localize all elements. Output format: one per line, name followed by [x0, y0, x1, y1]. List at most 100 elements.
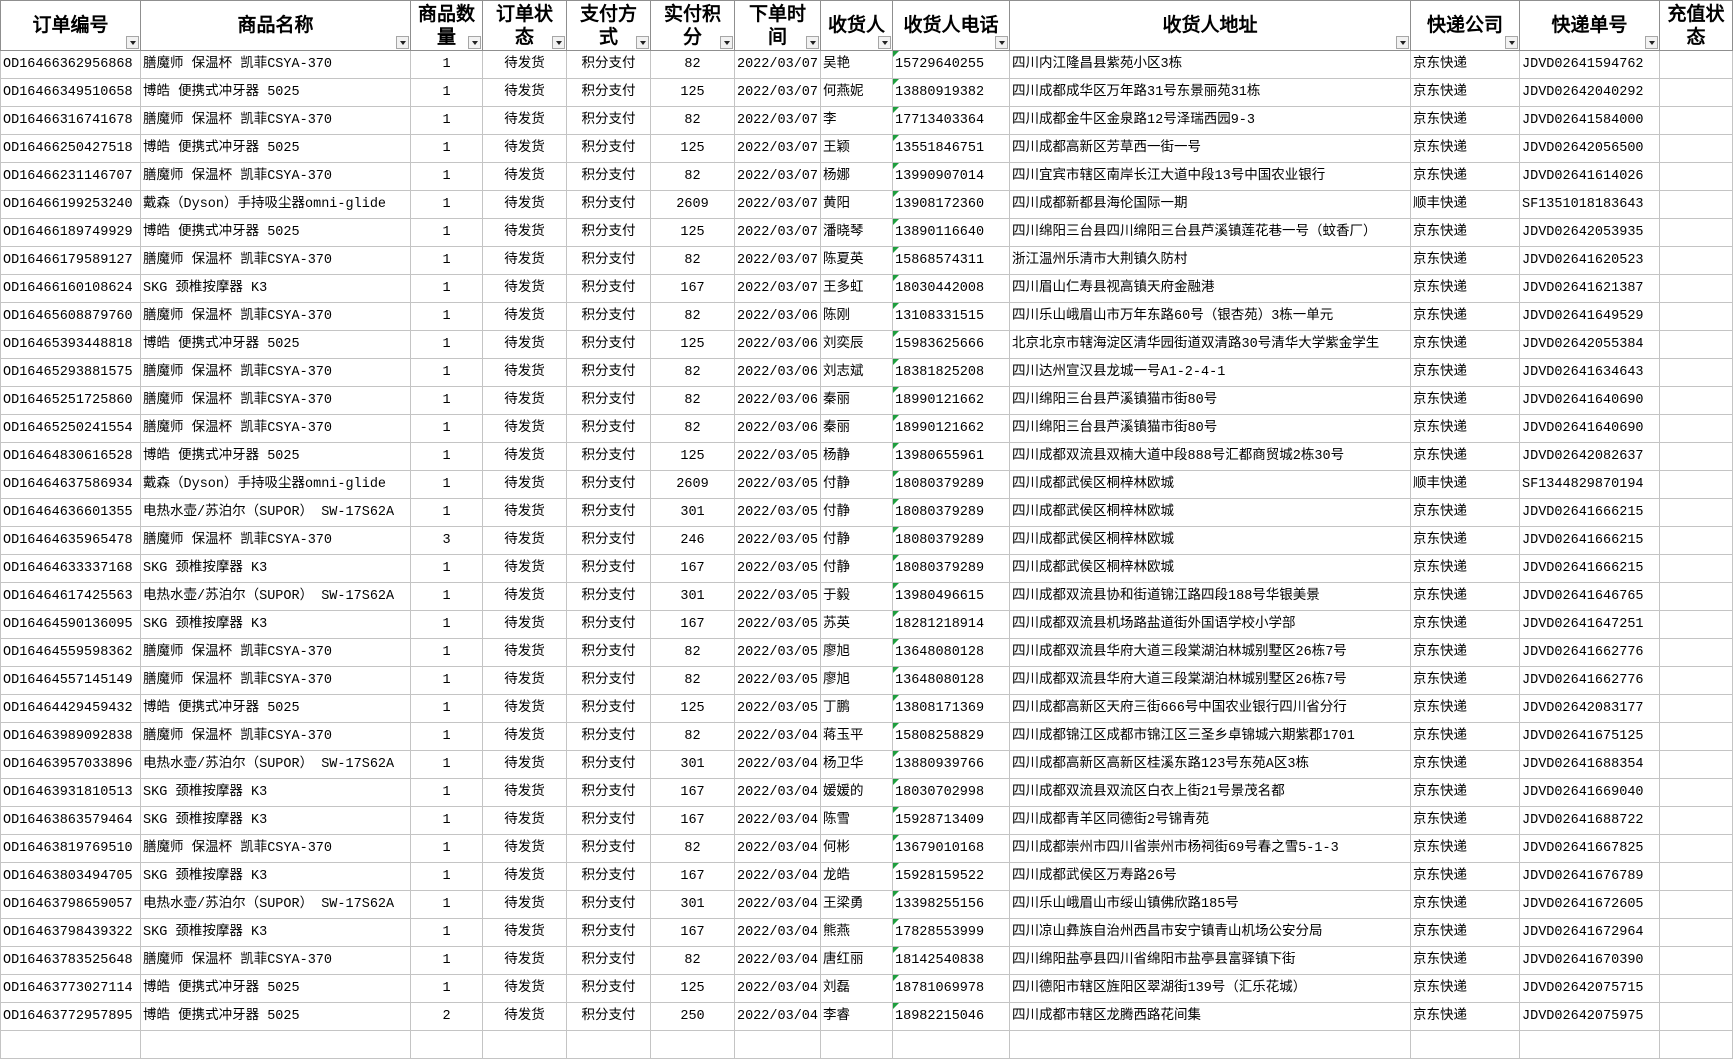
recharge-status-cell[interactable] — [1660, 191, 1733, 219]
column-header-paid-points[interactable]: 实付积分 — [651, 0, 735, 51]
recharge-status-cell[interactable] — [1660, 947, 1733, 975]
product-name-cell[interactable]: 膳魔师 保温杯 凯菲CSYA-370 — [141, 723, 411, 751]
order-time-cell[interactable]: 2022/03/04 — [735, 723, 821, 751]
recipient-address-cell[interactable]: 四川绵阳三台县芦溪镇猫市街80号 — [1010, 387, 1411, 415]
order-time-cell[interactable]: 2022/03/07 — [735, 51, 821, 79]
tracking-number-cell[interactable]: JDVD02641672605 — [1520, 891, 1660, 919]
recipient-phone-cell[interactable]: 13880939766 — [893, 751, 1010, 779]
column-header-payment-method[interactable]: 支付方式 — [567, 0, 651, 51]
paid-points-cell[interactable]: 82 — [651, 51, 735, 79]
column-header-courier-company[interactable]: 快递公司 — [1411, 0, 1520, 51]
recipient-cell[interactable]: 苏英 — [821, 611, 893, 639]
order-status-cell[interactable]: 待发货 — [483, 135, 567, 163]
product-name-cell[interactable]: 博皓 便携式冲牙器 5025 — [141, 219, 411, 247]
courier-company-cell[interactable]: 京东快递 — [1411, 975, 1520, 1003]
recipient-cell[interactable]: 吴艳 — [821, 51, 893, 79]
recipient-cell[interactable]: 秦丽 — [821, 415, 893, 443]
product-name-cell[interactable]: 电热水壶/苏泊尔（SUPOR） SW-17S62A — [141, 583, 411, 611]
recipient-phone-cell[interactable]: 18080379289 — [893, 527, 1010, 555]
recipient-phone-cell[interactable]: 13980655961 — [893, 443, 1010, 471]
tracking-number-cell[interactable]: JDVD02641614026 — [1520, 163, 1660, 191]
recipient-cell[interactable]: 刘奕辰 — [821, 331, 893, 359]
order-id-cell[interactable]: OD16463798659057 — [0, 891, 141, 919]
recipient-cell[interactable]: 唐红丽 — [821, 947, 893, 975]
order-time-cell[interactable]: 2022/03/06 — [735, 387, 821, 415]
order-time-cell[interactable]: 2022/03/04 — [735, 919, 821, 947]
quantity-cell[interactable]: 1 — [411, 107, 483, 135]
paid-points-cell[interactable]: 125 — [651, 695, 735, 723]
recipient-address-cell[interactable]: 四川成都成华区万年路31号东景丽苑31栋 — [1010, 79, 1411, 107]
filter-dropdown-button[interactable] — [720, 36, 733, 49]
order-status-cell[interactable]: 待发货 — [483, 219, 567, 247]
courier-company-cell[interactable]: 京东快递 — [1411, 667, 1520, 695]
product-name-cell[interactable]: SKG 颈椎按摩器 K3 — [141, 555, 411, 583]
paid-points-cell[interactable]: 82 — [651, 247, 735, 275]
order-id-cell[interactable]: OD16463931810513 — [0, 779, 141, 807]
recipient-phone-cell[interactable]: 15729640255 — [893, 51, 1010, 79]
recipient-address-cell[interactable]: 四川内江隆昌县紫苑小区3栋 — [1010, 51, 1411, 79]
payment-method-cell[interactable]: 积分支付 — [567, 779, 651, 807]
order-id-cell[interactable]: OD16466362956868 — [0, 51, 141, 79]
courier-company-cell[interactable]: 京东快递 — [1411, 387, 1520, 415]
order-time-cell[interactable]: 2022/03/04 — [735, 751, 821, 779]
empty-cell[interactable] — [411, 1031, 483, 1059]
quantity-cell[interactable]: 1 — [411, 611, 483, 639]
payment-method-cell[interactable]: 积分支付 — [567, 667, 651, 695]
courier-company-cell[interactable]: 京东快递 — [1411, 919, 1520, 947]
paid-points-cell[interactable]: 125 — [651, 219, 735, 247]
column-header-tracking-number[interactable]: 快递单号 — [1520, 0, 1660, 51]
tracking-number-cell[interactable]: JDVD02641667825 — [1520, 835, 1660, 863]
paid-points-cell[interactable]: 167 — [651, 555, 735, 583]
quantity-cell[interactable]: 1 — [411, 695, 483, 723]
order-status-cell[interactable]: 待发货 — [483, 387, 567, 415]
order-status-cell[interactable]: 待发货 — [483, 303, 567, 331]
recharge-status-cell[interactable] — [1660, 387, 1733, 415]
order-id-cell[interactable]: OD16463798439322 — [0, 919, 141, 947]
recipient-phone-cell[interactable]: 13880919382 — [893, 79, 1010, 107]
payment-method-cell[interactable]: 积分支付 — [567, 723, 651, 751]
payment-method-cell[interactable]: 积分支付 — [567, 611, 651, 639]
recipient-address-cell[interactable]: 浙江温州乐清市大荆镇久防村 — [1010, 247, 1411, 275]
payment-method-cell[interactable]: 积分支付 — [567, 359, 651, 387]
order-status-cell[interactable]: 待发货 — [483, 415, 567, 443]
courier-company-cell[interactable]: 顺丰快递 — [1411, 191, 1520, 219]
paid-points-cell[interactable]: 125 — [651, 331, 735, 359]
order-id-cell[interactable]: OD16463863579464 — [0, 807, 141, 835]
paid-points-cell[interactable]: 82 — [651, 163, 735, 191]
order-status-cell[interactable]: 待发货 — [483, 555, 567, 583]
recipient-phone-cell[interactable]: 13648080128 — [893, 639, 1010, 667]
recipient-address-cell[interactable]: 四川成都武侯区万寿路26号 — [1010, 863, 1411, 891]
payment-method-cell[interactable]: 积分支付 — [567, 499, 651, 527]
recharge-status-cell[interactable] — [1660, 863, 1733, 891]
recharge-status-cell[interactable] — [1660, 639, 1733, 667]
product-name-cell[interactable]: SKG 颈椎按摩器 K3 — [141, 863, 411, 891]
order-status-cell[interactable]: 待发货 — [483, 751, 567, 779]
tracking-number-cell[interactable]: JDVD02641672964 — [1520, 919, 1660, 947]
recipient-cell[interactable]: 蒋玉平 — [821, 723, 893, 751]
quantity-cell[interactable]: 1 — [411, 471, 483, 499]
quantity-cell[interactable]: 1 — [411, 835, 483, 863]
quantity-cell[interactable]: 1 — [411, 135, 483, 163]
recipient-address-cell[interactable]: 四川成都锦江区成都市锦江区三圣乡卓锦城六期紫郡1701 — [1010, 723, 1411, 751]
recipient-phone-cell[interactable]: 18080379289 — [893, 471, 1010, 499]
order-time-cell[interactable]: 2022/03/05 — [735, 583, 821, 611]
recipient-phone-cell[interactable]: 18990121662 — [893, 387, 1010, 415]
paid-points-cell[interactable]: 301 — [651, 891, 735, 919]
quantity-cell[interactable]: 1 — [411, 359, 483, 387]
recipient-phone-cell[interactable]: 17828553999 — [893, 919, 1010, 947]
product-name-cell[interactable]: 博皓 便携式冲牙器 5025 — [141, 135, 411, 163]
product-name-cell[interactable]: 博皓 便携式冲牙器 5025 — [141, 695, 411, 723]
order-status-cell[interactable]: 待发货 — [483, 527, 567, 555]
payment-method-cell[interactable]: 积分支付 — [567, 863, 651, 891]
payment-method-cell[interactable]: 积分支付 — [567, 247, 651, 275]
recipient-phone-cell[interactable]: 18030702998 — [893, 779, 1010, 807]
filter-dropdown-button[interactable] — [468, 36, 481, 49]
tracking-number-cell[interactable]: JDVD02642075975 — [1520, 1003, 1660, 1031]
order-id-cell[interactable]: OD16463783525648 — [0, 947, 141, 975]
recipient-phone-cell[interactable]: 13648080128 — [893, 667, 1010, 695]
order-status-cell[interactable]: 待发货 — [483, 443, 567, 471]
order-status-cell[interactable]: 待发货 — [483, 163, 567, 191]
order-id-cell[interactable]: OD16466231146707 — [0, 163, 141, 191]
order-status-cell[interactable]: 待发货 — [483, 107, 567, 135]
quantity-cell[interactable]: 1 — [411, 275, 483, 303]
